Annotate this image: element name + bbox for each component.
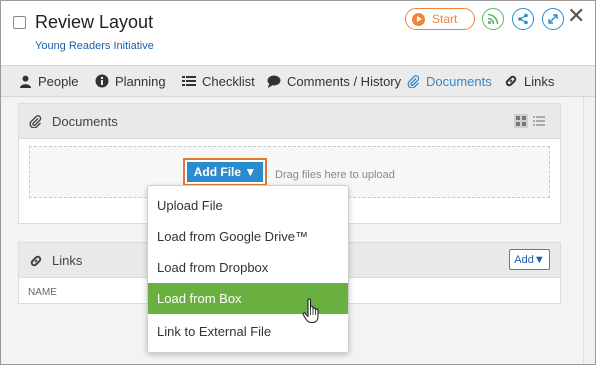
tab-label: Documents bbox=[426, 73, 492, 89]
add-link-button[interactable]: Add▼ bbox=[509, 249, 550, 270]
tab-people[interactable]: People bbox=[19, 66, 78, 96]
documents-title: Documents bbox=[52, 114, 118, 129]
rss-icon bbox=[487, 13, 499, 25]
vertical-scrollbar[interactable] bbox=[583, 97, 595, 364]
tab-label: Checklist bbox=[202, 73, 255, 89]
tab-links[interactable]: Links bbox=[504, 66, 554, 96]
grid-view-icon[interactable] bbox=[514, 114, 528, 128]
rss-button[interactable] bbox=[482, 8, 504, 30]
tab-label: Planning bbox=[115, 73, 166, 89]
share-button[interactable] bbox=[512, 8, 534, 30]
name-column-header[interactable]: NAME bbox=[28, 287, 57, 298]
task-title: Review Layout bbox=[35, 12, 154, 32]
tab-label: People bbox=[38, 73, 79, 89]
tab-documents[interactable]: Documents bbox=[407, 66, 492, 96]
paperclip-icon bbox=[29, 115, 42, 128]
complete-checkbox[interactable] bbox=[13, 16, 26, 29]
documents-panel-header: Documents bbox=[19, 104, 560, 139]
list-icon bbox=[182, 76, 196, 86]
links-title: Links bbox=[52, 253, 83, 268]
start-label: Start bbox=[432, 12, 458, 26]
person-icon bbox=[20, 75, 31, 88]
drop-zone-text: Drag files here to upload bbox=[275, 169, 395, 181]
tab-comments-history[interactable]: Comments / History bbox=[267, 66, 401, 96]
expand-button[interactable] bbox=[542, 8, 564, 30]
menu-item-dropbox[interactable]: Load from Dropbox bbox=[148, 252, 348, 283]
tab-checklist[interactable]: Checklist bbox=[182, 66, 255, 96]
view-toggle bbox=[514, 114, 546, 128]
start-button[interactable]: Start bbox=[405, 8, 475, 30]
expand-icon bbox=[548, 14, 558, 24]
link-icon bbox=[30, 255, 42, 267]
project-link[interactable]: Young Readers Initiative bbox=[35, 40, 154, 52]
hand-cursor-icon bbox=[302, 298, 319, 324]
tab-label: Links bbox=[524, 73, 555, 89]
menu-item-upload-file[interactable]: Upload File bbox=[148, 190, 348, 221]
tab-planning[interactable]: Planning bbox=[95, 66, 166, 96]
add-file-button[interactable]: Add File ▼ bbox=[183, 158, 267, 186]
tab-bar: People Planning Checklist Comments / His… bbox=[1, 65, 595, 97]
menu-item-google-drive[interactable]: Load from Google Drive™ bbox=[148, 221, 348, 252]
add-file-menu: Upload File Load from Google Drive™ Load… bbox=[147, 185, 349, 353]
link-icon bbox=[505, 75, 517, 87]
comment-icon bbox=[267, 75, 281, 88]
close-icon[interactable]: ✕ bbox=[567, 5, 585, 27]
play-icon bbox=[412, 12, 425, 26]
paperclip-icon bbox=[407, 74, 420, 88]
share-icon bbox=[518, 13, 528, 25]
list-view-icon[interactable] bbox=[532, 114, 546, 128]
add-file-label: Add File ▼ bbox=[187, 162, 263, 182]
info-icon bbox=[95, 74, 109, 88]
tab-label: Comments / History bbox=[287, 73, 402, 89]
